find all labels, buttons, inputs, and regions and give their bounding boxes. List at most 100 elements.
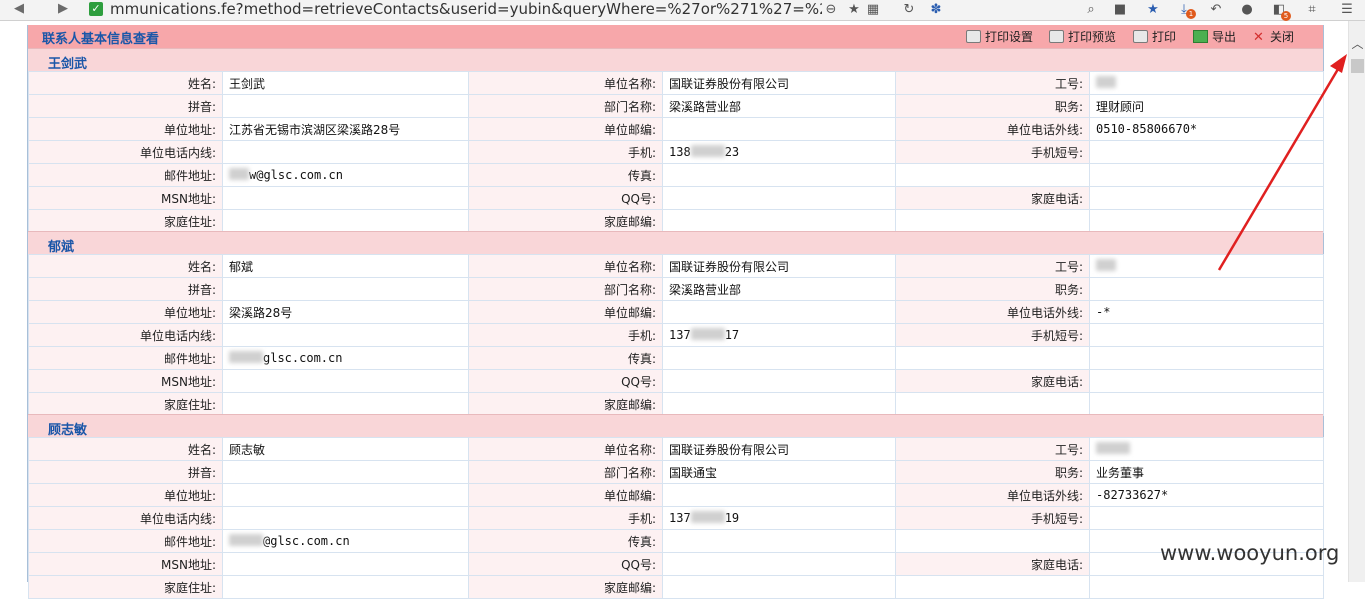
crop-icon[interactable]: ⌗: [1303, 1, 1321, 19]
field-label: 姓名:: [28, 71, 223, 95]
search-icon[interactable]: ⌕: [1082, 1, 1100, 19]
table-row: 邮件地址: @glsc.com.cn 传真:: [28, 529, 1324, 553]
contact-info-panel: 联系人基本信息查看 打印设置 打印预览 打印 导出 ✕ 关闭 王剑武 姓名: 王剑…: [27, 25, 1324, 599]
print-preview-icon: [1049, 30, 1064, 43]
qq-value: [662, 552, 896, 576]
back-arrow-icon[interactable]: ◀: [14, 1, 24, 16]
field-label: 家庭电话:: [895, 186, 1090, 210]
favorite-star-icon[interactable]: ★: [845, 1, 863, 19]
print-button[interactable]: 打印: [1133, 28, 1176, 45]
print-icon: [1133, 30, 1148, 43]
vertical-scrollbar[interactable]: ︿: [1348, 21, 1365, 582]
table-row: 单位电话内线: 手机: 138 23 手机短号:: [28, 140, 1324, 164]
lock-icon[interactable]: ■: [1111, 1, 1129, 19]
email-value: w@glsc.com.cn: [222, 163, 469, 187]
gamepad-icon[interactable]: ●: [1238, 1, 1256, 19]
bookmark-star-icon[interactable]: ★: [1144, 1, 1162, 19]
home-zip-value: [662, 392, 896, 416]
field-label: 传真:: [468, 529, 663, 553]
mobile-suffix: 23: [724, 145, 740, 159]
download-count-badge: 1: [1186, 9, 1196, 19]
qq-value: [662, 186, 896, 210]
contact-section-name: 郁斌: [48, 240, 75, 255]
forward-arrow-icon[interactable]: ▶: [58, 1, 68, 16]
field-label: QQ号:: [468, 369, 663, 393]
field-label: 拼音:: [28, 94, 223, 118]
close-label: 关闭: [1270, 30, 1295, 44]
home-phone-value: [1089, 369, 1324, 393]
home-zip-value: [662, 575, 896, 599]
email-suffix: w@glsc.com.cn: [249, 168, 343, 182]
field-label: 单位电话内线:: [28, 140, 223, 164]
field-label: 姓名:: [28, 437, 223, 461]
undo-icon[interactable]: ↶: [1207, 1, 1225, 19]
fax-value: [662, 346, 896, 370]
name-value: 郁斌: [222, 254, 469, 278]
unit-name-value: 国联证券股份有限公司: [662, 437, 896, 461]
field-label: 手机:: [468, 506, 663, 530]
export-button[interactable]: 导出: [1193, 28, 1236, 45]
field-label: 单位名称:: [468, 437, 663, 461]
field-label: 家庭邮编:: [468, 575, 663, 599]
unit-int-phone-value: [222, 506, 469, 530]
unit-addr-value: 梁溪路28号: [222, 300, 469, 324]
email-suffix: @glsc.com.cn: [263, 534, 350, 548]
unit-name-value: 国联证券股份有限公司: [662, 254, 896, 278]
baidu-paw-icon[interactable]: ✽: [927, 1, 945, 19]
redacted-mark: [690, 145, 725, 157]
field-label: 姓名:: [28, 254, 223, 278]
print-preview-label: 打印预览: [1068, 30, 1117, 44]
table-row: 单位地址: 江苏省无锡市滨湖区梁溪路28号 单位邮编: 单位电话外线: 0510…: [28, 117, 1324, 141]
scroll-up-arrow-icon[interactable]: ︿: [1349, 35, 1365, 52]
table-row: 单位地址: 单位邮编: 单位电话外线: -82733627*: [28, 483, 1324, 507]
qq-value: [662, 369, 896, 393]
field-label: 家庭住址:: [28, 392, 223, 416]
panel-header: 联系人基本信息查看 打印设置 打印预览 打印 导出 ✕ 关闭: [28, 25, 1323, 48]
unit-name-value: 国联证券股份有限公司: [662, 71, 896, 95]
field-label: 手机短号:: [895, 323, 1090, 347]
field-label: 部门名称:: [468, 94, 663, 118]
empty-cell: [895, 392, 1090, 416]
qr-code-icon[interactable]: ▦: [864, 1, 882, 19]
menu-icon[interactable]: ☰: [1338, 1, 1356, 19]
empty-cell: [1089, 392, 1324, 416]
field-label: 家庭电话:: [895, 369, 1090, 393]
unit-ext-phone-value: -*: [1089, 300, 1324, 324]
address-bar[interactable]: mmunications.fe?method=retrieveContacts&…: [110, 0, 822, 20]
pinyin-value: [222, 460, 469, 484]
blocked-content-icon[interactable]: ⊖: [822, 1, 840, 19]
mobile-suffix: 17: [724, 328, 740, 342]
refresh-icon[interactable]: ↻: [900, 1, 918, 19]
field-label: QQ号:: [468, 552, 663, 576]
field-label: 手机:: [468, 140, 663, 164]
print-settings-button[interactable]: 打印设置: [966, 28, 1033, 45]
contact-section-header: 王剑武: [28, 48, 1323, 72]
close-icon: ✕: [1253, 30, 1264, 45]
field-label: 邮件地址:: [28, 346, 223, 370]
close-button[interactable]: ✕ 关闭: [1253, 28, 1294, 45]
field-label: QQ号:: [468, 186, 663, 210]
fax-value: [662, 163, 896, 187]
empty-cell: [895, 209, 1090, 233]
scroll-thumb[interactable]: [1351, 59, 1364, 73]
home-addr-value: [222, 575, 469, 599]
empty-cell: [895, 163, 1090, 187]
field-label: 手机短号:: [895, 140, 1090, 164]
mobile-value: 138 23: [662, 140, 896, 164]
unit-addr-value: [222, 483, 469, 507]
empty-cell: [895, 575, 1090, 599]
table-row: 姓名: 王剑武 单位名称: 国联证券股份有限公司 工号:: [28, 71, 1324, 95]
job-no-value: [1089, 254, 1324, 278]
field-label: 职务:: [895, 460, 1090, 484]
field-label: 职务:: [895, 94, 1090, 118]
field-label: 拼音:: [28, 460, 223, 484]
field-label: 家庭电话:: [895, 552, 1090, 576]
field-label: 邮件地址:: [28, 163, 223, 187]
position-value: 业务董事: [1089, 460, 1324, 484]
redacted-mark: [1096, 76, 1116, 88]
print-settings-label: 打印设置: [985, 30, 1034, 44]
field-label: 传真:: [468, 163, 663, 187]
print-preview-button[interactable]: 打印预览: [1049, 28, 1116, 45]
home-addr-value: [222, 209, 469, 233]
export-icon: [1193, 30, 1208, 43]
